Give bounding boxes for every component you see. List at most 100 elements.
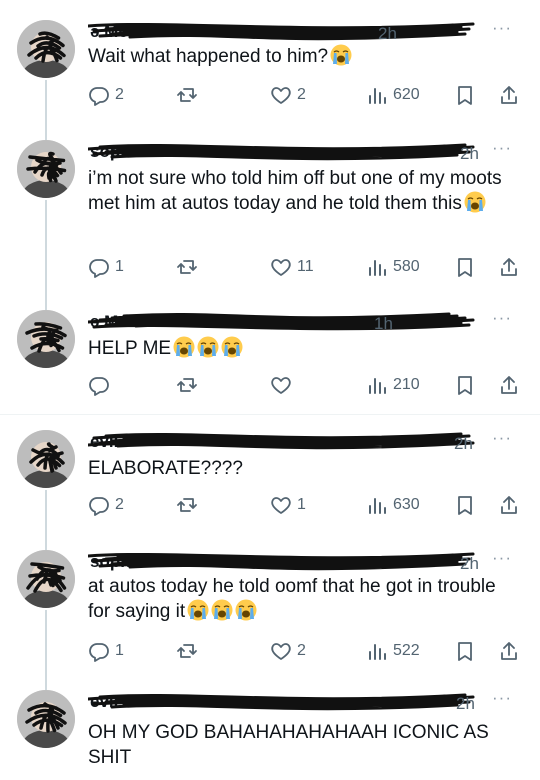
loudly-crying-face-icon — [173, 336, 195, 358]
loudly-crying-face-icon — [187, 599, 209, 621]
tweet[interactable]: soph 2h ··· i’m not sure who told him off b… — [0, 138, 540, 290]
reply-icon — [89, 377, 109, 396]
more-options-icon[interactable]: ··· — [492, 18, 512, 38]
thread-divider — [0, 414, 540, 415]
avatar[interactable] — [17, 140, 75, 198]
reply-icon — [89, 643, 109, 662]
views-count: 210 — [393, 376, 420, 393]
avatar[interactable] — [17, 430, 75, 488]
redaction-scribble — [86, 430, 488, 454]
avatar[interactable] — [17, 20, 75, 78]
avatar[interactable] — [17, 310, 75, 368]
share-icon — [501, 496, 517, 514]
timestamp[interactable]: 2h — [456, 694, 475, 714]
share-button[interactable] — [498, 492, 520, 518]
tweet-actions: 2 1 630 — [88, 492, 528, 518]
more-options-icon[interactable]: ··· — [492, 428, 512, 448]
tweet-header: soph 2h ··· — [86, 548, 526, 574]
tweet[interactable]: evil 2h ··· ELABORATE???? 2 1 630 — [0, 428, 540, 530]
views-icon — [369, 378, 386, 394]
retweet-icon — [177, 88, 197, 102]
bookmark-button[interactable] — [454, 372, 476, 398]
reply-count: 2 — [115, 496, 124, 513]
retweet-button[interactable] — [176, 492, 203, 518]
bookmark-icon — [458, 376, 472, 395]
tweet-actions: 1 11 580 — [88, 254, 528, 280]
bookmark-button[interactable] — [454, 638, 476, 664]
reply-icon — [89, 497, 109, 516]
timestamp[interactable]: 2h — [460, 144, 479, 164]
bookmark-button[interactable] — [454, 254, 476, 280]
views-button[interactable]: 210 — [366, 372, 420, 398]
redaction-scribble — [86, 20, 488, 44]
timestamp[interactable]: 2h — [378, 24, 397, 44]
tweet-body: Wait what happened to him? — [88, 46, 329, 67]
reply-button[interactable]: 2 — [88, 492, 124, 518]
share-button[interactable] — [498, 638, 520, 664]
tweet[interactable]: ə Melo 1h ··· HELP ME 210 — [0, 308, 540, 410]
views-icon — [369, 498, 386, 514]
tweet-text: i’m not sure who told him off but one of… — [88, 166, 508, 216]
more-options-icon[interactable]: ··· — [492, 688, 512, 708]
tweet-body: HELP ME — [88, 338, 172, 359]
reply-icon — [89, 259, 109, 278]
reply-count: 1 — [115, 642, 124, 659]
more-options-icon[interactable]: ··· — [492, 308, 512, 328]
share-button[interactable] — [498, 82, 520, 108]
share-icon — [501, 376, 517, 394]
tweet-header: evil 2h ··· — [86, 688, 526, 714]
views-button[interactable]: 630 — [366, 492, 420, 518]
reply-button[interactable] — [88, 372, 115, 398]
timestamp[interactable]: 2h — [460, 554, 479, 574]
like-button[interactable]: 2 — [270, 82, 306, 108]
loudly-crying-face-icon — [464, 191, 486, 213]
bookmark-button[interactable] — [454, 492, 476, 518]
views-button[interactable]: 620 — [366, 82, 420, 108]
tweet[interactable]: soph 2h ··· at autos today he told oomf tha… — [0, 548, 540, 680]
views-icon — [369, 88, 386, 104]
reply-button[interactable]: 2 — [88, 82, 124, 108]
tweet-header: soph 2h ··· — [86, 138, 526, 164]
timestamp[interactable]: 1h — [374, 314, 393, 334]
bookmark-icon — [458, 86, 472, 105]
tweet-body: OH MY GOD BAHAHAHAHAHAAH ICONIC AS SHIT — [88, 722, 489, 768]
retweet-icon — [177, 644, 197, 658]
retweet-icon — [177, 260, 197, 274]
more-options-icon[interactable]: ··· — [492, 138, 512, 158]
tweet[interactable]: evil 2h ··· OH MY GOD BAHAHAHAHAHAAH ICONIC… — [0, 688, 540, 780]
like-button[interactable]: 1 — [270, 492, 306, 518]
tweet-header: evil 2h ··· — [86, 428, 526, 454]
loudly-crying-face-icon — [330, 44, 352, 66]
tweet-body: i’m not sure who told him off but one of… — [88, 168, 502, 214]
like-button[interactable]: 2 — [270, 638, 306, 664]
redaction-scribble — [86, 550, 488, 574]
avatar[interactable] — [17, 690, 75, 748]
retweet-button[interactable] — [176, 638, 203, 664]
views-button[interactable]: 522 — [366, 638, 420, 664]
retweet-button[interactable] — [176, 82, 203, 108]
retweet-button[interactable] — [176, 372, 203, 398]
share-button[interactable] — [498, 254, 520, 280]
heart-icon — [271, 259, 291, 276]
like-button[interactable] — [270, 372, 297, 398]
avatar[interactable] — [17, 550, 75, 608]
retweet-icon — [177, 498, 197, 512]
like-count: 11 — [297, 258, 314, 275]
reply-count: 2 — [115, 86, 124, 103]
views-button[interactable]: 580 — [366, 254, 420, 280]
views-icon — [369, 260, 386, 276]
retweet-icon — [177, 378, 197, 392]
tweet[interactable]: ə Melo 2h ··· Wait what happened to him? 2 2 6… — [0, 18, 540, 120]
tweet-text: ELABORATE???? — [88, 456, 508, 481]
share-button[interactable] — [498, 372, 520, 398]
tweet-text: at autos today he told oomf that he got … — [88, 574, 508, 624]
like-button[interactable]: 11 — [270, 254, 314, 280]
reply-icon — [89, 87, 109, 106]
reply-button[interactable]: 1 — [88, 638, 124, 664]
heart-icon — [271, 87, 291, 104]
timestamp[interactable]: 2h — [454, 434, 473, 454]
more-options-icon[interactable]: ··· — [492, 548, 512, 568]
bookmark-button[interactable] — [454, 82, 476, 108]
reply-button[interactable]: 1 — [88, 254, 124, 280]
retweet-button[interactable] — [176, 254, 203, 280]
